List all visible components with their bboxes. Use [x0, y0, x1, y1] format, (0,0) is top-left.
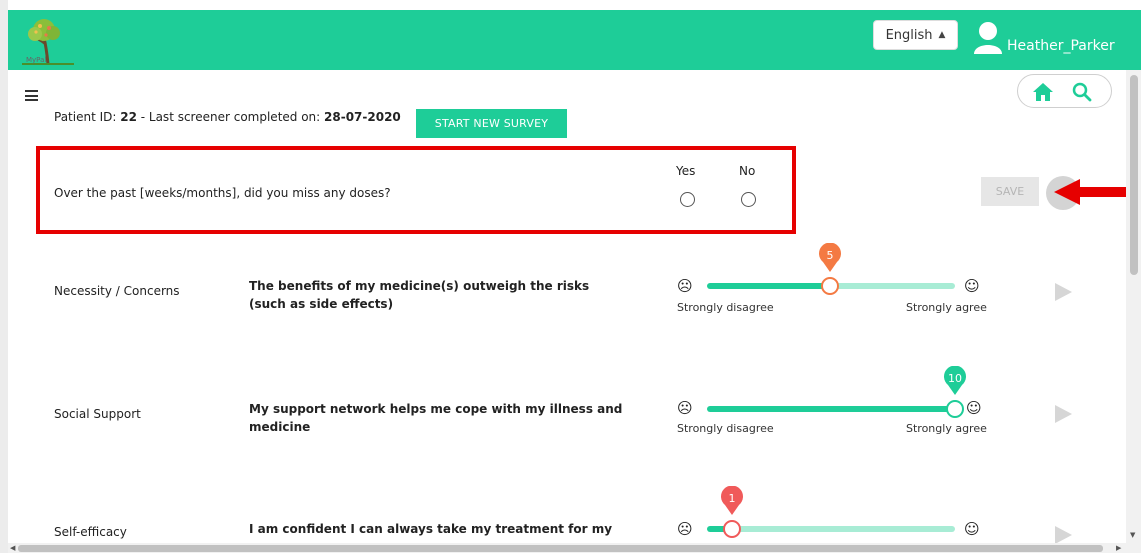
vertical-scrollbar-thumb[interactable] [1130, 75, 1138, 275]
row-question: My support network helps me cope with my… [249, 402, 623, 434]
start-new-survey-button[interactable]: START NEW SURVEY [416, 109, 567, 138]
sad-face-icon: ☹ [677, 277, 693, 295]
scale-low-label: Strongly disagree [677, 422, 774, 435]
patient-info: Patient ID: 22 - Last screener completed… [54, 110, 401, 124]
happy-face-icon: ☺ [964, 277, 980, 295]
slider-thumb[interactable] [821, 277, 839, 295]
slider-thumb[interactable] [946, 400, 964, 418]
search-icon[interactable] [1072, 82, 1092, 106]
scroll-down-icon[interactable]: ▼ [1130, 531, 1135, 539]
yes-radio[interactable] [680, 192, 695, 207]
slider-value: 5 [826, 249, 834, 262]
window-edge [0, 0, 8, 553]
slider-value: 10 [948, 372, 962, 385]
yes-label: Yes [676, 164, 696, 178]
scroll-left-icon[interactable]: ◀ [10, 544, 15, 552]
home-icon[interactable] [1032, 82, 1054, 106]
horizontal-scrollbar-thumb[interactable] [18, 545, 1103, 552]
play-icon[interactable] [1053, 525, 1073, 545]
row-question: The benefits of my medicine(s) outweigh … [249, 279, 590, 311]
play-icon[interactable] [1053, 404, 1073, 424]
slider-thumb[interactable] [723, 520, 741, 538]
scale-high-label: Strongly agree [906, 301, 987, 314]
play-icon[interactable] [1053, 282, 1073, 302]
scroll-right-icon[interactable]: ▶ [1116, 544, 1121, 552]
select-caret-icon: ▲ [938, 30, 946, 40]
happy-face-icon: ☺ [966, 399, 982, 417]
no-label: No [739, 164, 756, 178]
save-button[interactable]: SAVE [981, 177, 1039, 206]
sad-face-icon: ☹ [677, 399, 693, 417]
slider-value: 1 [728, 492, 736, 505]
happy-face-icon: ☺ [964, 520, 980, 538]
home-search-pill [1017, 74, 1112, 108]
last-screener-date: 28-07-2020 [324, 110, 401, 124]
logo-text: MyPal [26, 56, 47, 64]
no-radio[interactable] [741, 192, 756, 207]
patient-id-label: Patient ID: [54, 110, 121, 124]
sad-face-icon: ☹ [677, 520, 693, 538]
slider-track-filled[interactable] [707, 283, 829, 289]
slider-track-empty[interactable] [732, 526, 955, 532]
language-select[interactable]: English ▲ [873, 20, 958, 50]
slider-track-filled[interactable] [707, 406, 955, 412]
scale-high-label: Strongly agree [906, 422, 987, 435]
user-avatar-icon[interactable] [968, 20, 1008, 56]
language-value: English [885, 27, 933, 43]
top-bar: MyPal English ▲ Heather_Parker [8, 10, 1141, 70]
row-question: I am confident I can always take my trea… [249, 522, 613, 536]
scale-low-label: Strongly disagree [677, 301, 774, 314]
hamburger-icon[interactable] [25, 90, 38, 104]
slider-track-empty[interactable] [829, 283, 955, 289]
row-category: Necessity / Concerns [54, 284, 180, 298]
patient-id: 22 [120, 110, 137, 124]
last-screener-label: - Last screener completed on: [136, 110, 325, 124]
row-category: Self-efficacy [54, 525, 127, 539]
username[interactable]: Heather_Parker [1007, 38, 1115, 54]
row-category: Social Support [54, 407, 141, 421]
missed-doses-question: Over the past [weeks/months], did you mi… [54, 186, 391, 200]
